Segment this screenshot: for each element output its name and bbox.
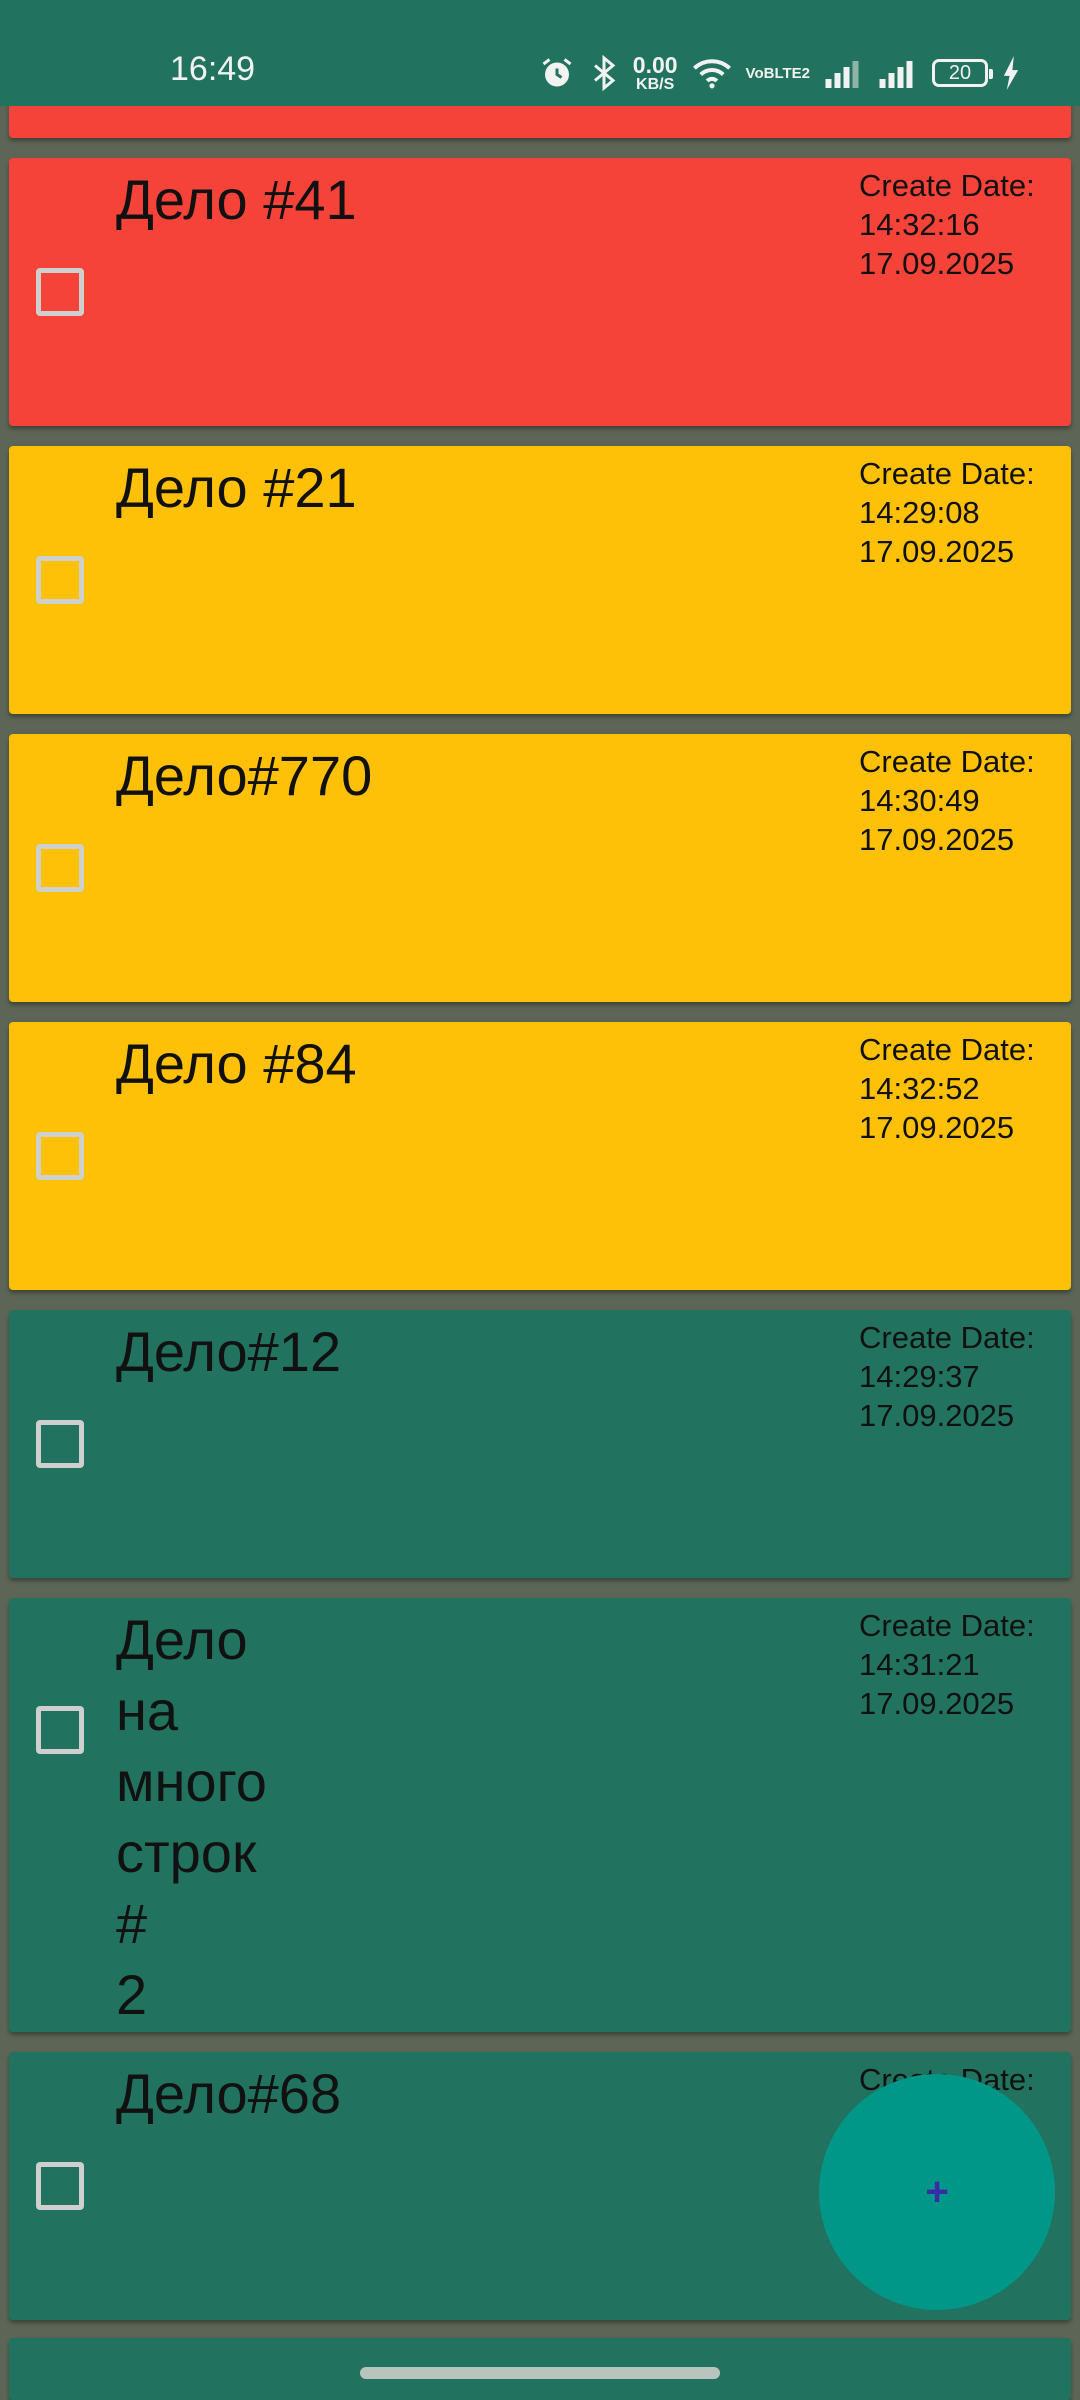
task-checkbox[interactable] [36, 556, 84, 604]
create-time: 14:32:16 [859, 207, 980, 242]
volte-top: VoB [745, 64, 775, 82]
signal-icon-2 [874, 58, 918, 88]
task-card[interactable]: Дело#12 Create Date: 14:29:37 17.09.2025 [9, 1310, 1071, 1578]
task-title-line: много [116, 1750, 267, 1813]
task-checkbox[interactable] [36, 1420, 84, 1468]
bluetooth-icon [589, 55, 619, 91]
task-title: Дело#12 [116, 1320, 342, 1383]
add-task-button-label: + [925, 2169, 949, 2214]
task-card[interactable]: Дело #21 Create Date: 14:29:08 17.09.202… [9, 446, 1071, 714]
task-title: Дело на много строк # 2 [116, 1604, 356, 2030]
create-date: 17.09.2025 [859, 534, 1015, 569]
network-speed-value: 0.00 [632, 51, 678, 78]
create-date-label: Create Date: [859, 744, 1035, 779]
create-date-label: Create Date: [859, 168, 1035, 203]
create-date: 17.09.2025 [859, 1398, 1015, 1433]
wifi-icon [692, 57, 732, 89]
task-title-line: Дело [116, 1608, 248, 1671]
create-date-label: Create Date: [859, 1608, 1035, 1643]
charging-icon [1002, 56, 1020, 90]
task-create-date: Create Date: 14:30:49 17.09.2025 [859, 742, 1041, 859]
task-title-line: на [116, 1679, 179, 1742]
task-checkbox[interactable] [36, 1706, 84, 1754]
gesture-nav-handle[interactable] [360, 2367, 720, 2379]
create-time: 14:29:08 [859, 495, 980, 530]
create-date-label: Create Date: [859, 456, 1035, 491]
task-title-line: # [116, 1892, 148, 1955]
task-checkbox[interactable] [36, 1132, 84, 1180]
task-create-date: Create Date: 14:31:21 17.09.2025 [859, 1606, 1041, 1723]
status-time: 16:49 [170, 50, 256, 88]
task-create-date: Create Date: 14:32:52 17.09.2025 [859, 1030, 1041, 1147]
task-create-date: Create Date: 14:29:37 17.09.2025 [859, 1318, 1041, 1435]
create-date: 17.09.2025 [859, 1110, 1015, 1145]
battery-icon: 20 [932, 59, 993, 87]
status-icons: 0.00 KB/S VoB LTE2 20 [539, 48, 1020, 98]
task-card[interactable]: Дело на много строк # 2 Create Date: 14:… [9, 1598, 1071, 2032]
create-time: 14:32:52 [859, 1071, 980, 1106]
status-bar: 16:49 0.00 KB/S VoB LTE2 20 [0, 0, 1080, 106]
create-date-label: Create Date: [859, 1320, 1035, 1355]
task-card[interactable]: Дело#770 Create Date: 14:30:49 17.09.202… [9, 734, 1071, 1002]
task-checkbox[interactable] [36, 2162, 84, 2210]
volte-indicator: VoB LTE2 [746, 66, 810, 81]
battery-level: 20 [948, 61, 972, 84]
task-checkbox[interactable] [36, 268, 84, 316]
create-time: 14:29:37 [859, 1359, 980, 1394]
volte-bottom: LTE2 [774, 64, 810, 82]
alarm-icon [539, 55, 575, 91]
network-speed: 0.00 KB/S [632, 51, 678, 93]
create-date: 17.09.2025 [859, 822, 1015, 857]
task-title: Дело #41 [116, 168, 357, 231]
signal-icon [824, 58, 860, 88]
task-title: Дело#68 [116, 2062, 342, 2125]
task-card[interactable]: Дело #84 Create Date: 14:32:52 17.09.202… [9, 1022, 1071, 1290]
create-time: 14:30:49 [859, 783, 980, 818]
network-speed-unit: KB/S [636, 75, 675, 93]
task-title: Дело #21 [116, 456, 357, 519]
add-task-button[interactable]: + [819, 2074, 1055, 2310]
task-title: Дело#770 [116, 744, 373, 807]
task-card[interactable]: Дело #41 Create Date: 14:32:16 17.09.202… [9, 158, 1071, 426]
task-create-date: Create Date: 14:29:08 17.09.2025 [859, 454, 1041, 571]
create-time: 14:31:21 [859, 1647, 980, 1682]
task-create-date: Create Date: 14:32:16 17.09.2025 [859, 166, 1041, 283]
task-checkbox[interactable] [36, 844, 84, 892]
task-title: Дело #84 [116, 1032, 357, 1095]
create-date-label: Create Date: [859, 1032, 1035, 1067]
create-date: 17.09.2025 [859, 1686, 1015, 1721]
task-title-line: строк [116, 1821, 257, 1884]
task-title-line: 2 [116, 1963, 148, 2026]
create-date: 17.09.2025 [859, 246, 1015, 281]
